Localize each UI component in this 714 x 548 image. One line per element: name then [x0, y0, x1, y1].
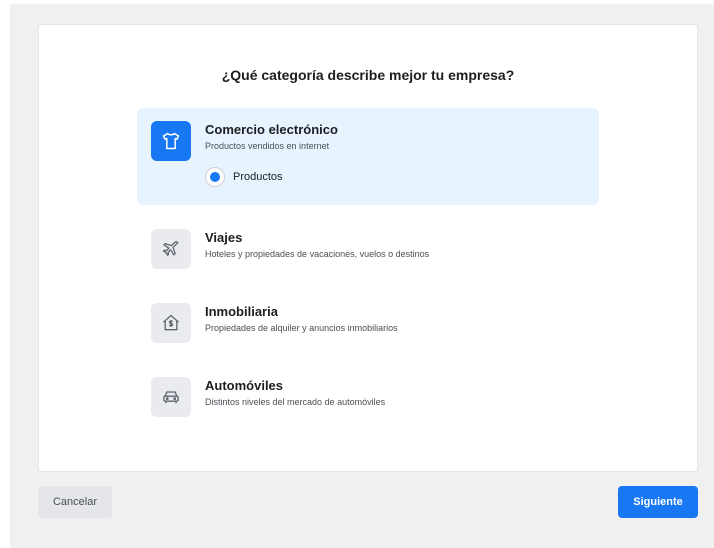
radio-productos[interactable]: Productos [205, 167, 283, 187]
next-button[interactable]: Siguiente [618, 486, 698, 518]
option-ecommerce[interactable]: Comercio electrónico Productos vendidos … [137, 108, 599, 205]
option-title: Comercio electrónico [205, 122, 338, 137]
option-travel[interactable]: Viajes Hoteles y propiedades de vacacion… [137, 216, 599, 282]
option-description: Hoteles y propiedades de vacaciones, vue… [205, 249, 430, 259]
option-title: Automóviles [205, 378, 284, 393]
option-real-estate[interactable]: Inmobiliaria Propiedades de alquiler y a… [137, 290, 599, 356]
dialog-backdrop: ¿Qué categoría describe mejor tu empresa… [10, 4, 714, 548]
option-description: Productos vendidos en internet [205, 141, 330, 151]
category-card: ¿Qué categoría describe mejor tu empresa… [38, 24, 698, 472]
option-description: Distintos niveles del mercado de automóv… [205, 397, 386, 407]
option-title: Inmobiliaria [205, 304, 278, 319]
radio-button[interactable] [205, 167, 225, 187]
house-dollar-icon [151, 303, 191, 343]
option-title: Viajes [205, 230, 243, 245]
option-description: Propiedades de alquiler y anuncios inmob… [205, 323, 398, 333]
airplane-icon [151, 229, 191, 269]
page-title: ¿Qué categoría describe mejor tu empresa… [221, 67, 515, 83]
cancel-button[interactable]: Cancelar [38, 486, 112, 518]
radio-label: Productos [233, 171, 283, 183]
option-automotive[interactable]: Automóviles Distintos niveles del mercad… [137, 364, 599, 430]
radio-checked-dot [210, 172, 220, 182]
car-icon [151, 377, 191, 417]
tshirt-icon [151, 121, 191, 161]
